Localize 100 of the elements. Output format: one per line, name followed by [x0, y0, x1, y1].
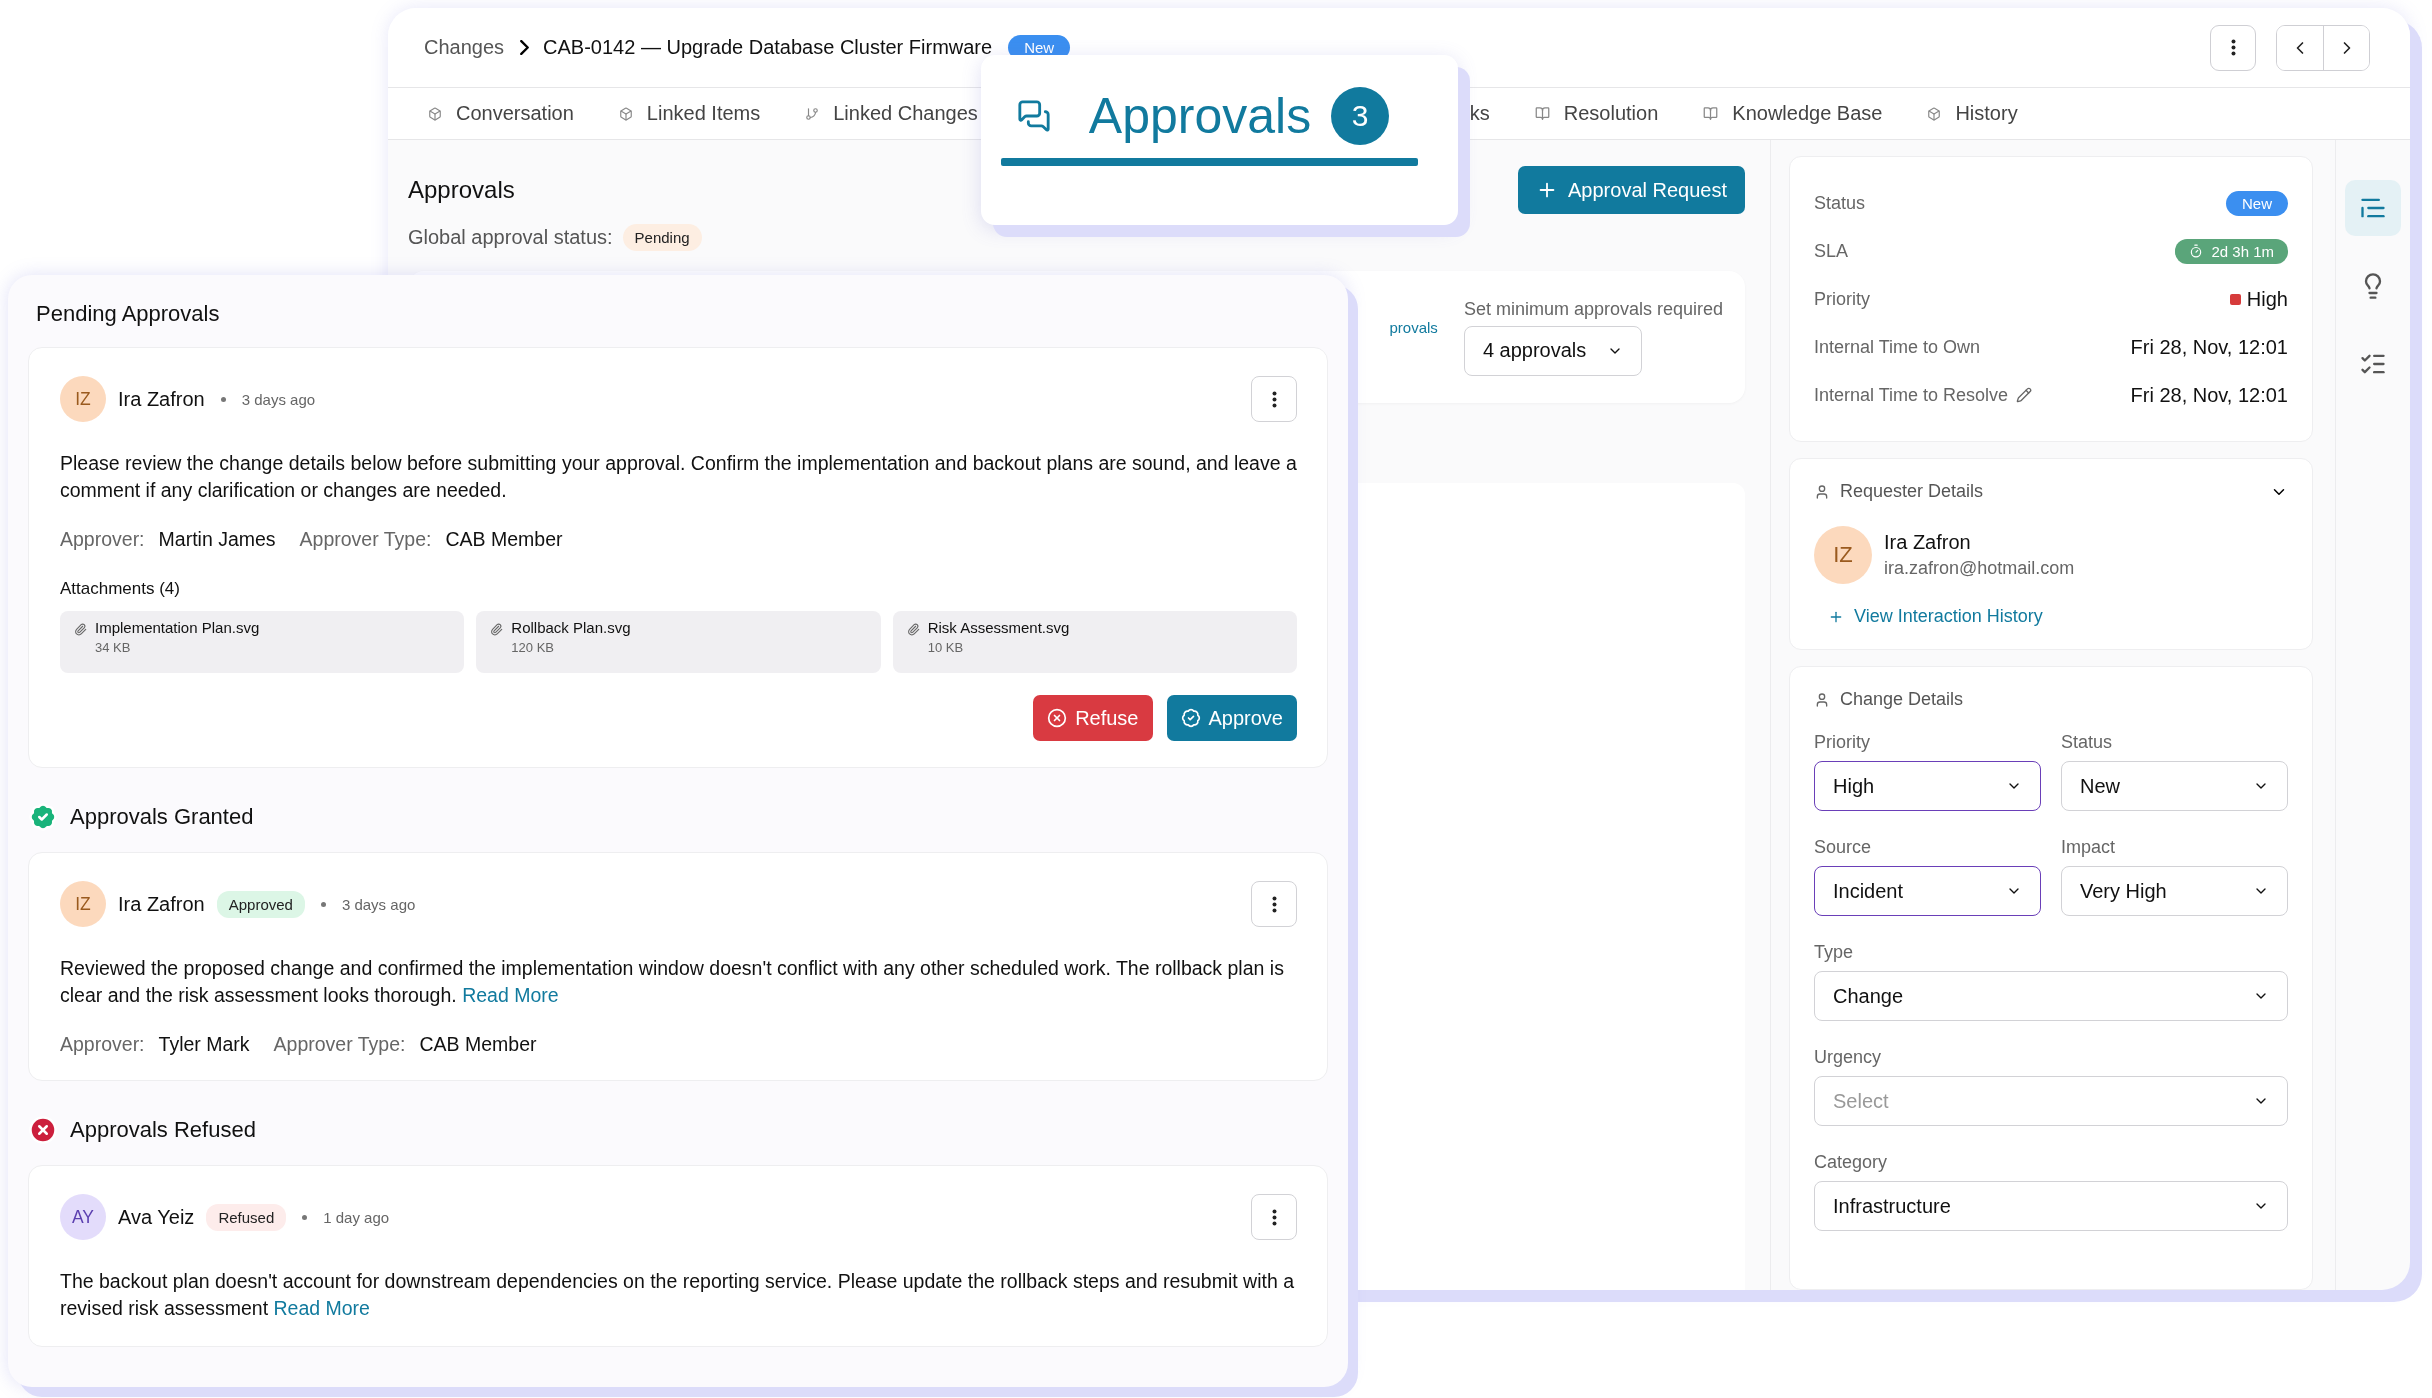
avatar: AY	[60, 1194, 106, 1240]
attachment[interactable]: Risk Assessment.svg 10 KB	[892, 611, 1297, 673]
chat-icon	[1016, 99, 1051, 133]
tab[interactable]: Linked Changes	[805, 102, 978, 125]
breadcrumb-link[interactable]: Changes	[424, 36, 505, 59]
dot-separator	[302, 1214, 308, 1220]
file-name: Implementation Plan.svg	[95, 619, 260, 636]
chevron-right-icon	[520, 40, 530, 55]
more-button[interactable]	[1251, 881, 1297, 927]
select-field[interactable]: High	[1814, 761, 2041, 811]
select-field[interactable]: Change	[1814, 971, 2288, 1021]
section-title: Approvals	[408, 176, 515, 204]
dot-separator	[320, 901, 326, 907]
paperclip-icon	[74, 623, 87, 636]
pencil-icon[interactable]	[2016, 387, 2033, 403]
comment-text: Reviewed the proposed change and confirmed the implementation window doesn't conflict with any other scheduled work. The rollback plan is clear and the risk assessment looks thorough. Read More	[60, 956, 1285, 1008]
comment-text: Please review the change details below before submitting your approval. Confirm the implementation and backout plans are sound, and leave a comment if any clarification or changes are needed.	[60, 451, 1297, 503]
panel-title: Pending Approvals	[36, 301, 221, 327]
approve-button[interactable]: Approve	[1166, 695, 1297, 741]
approver-type: CAB Member	[445, 528, 563, 551]
timer-icon	[2189, 244, 2204, 258]
approver-name: Tyler Mark	[158, 1033, 250, 1056]
field-value: Fri 28, Nov, 12:01	[2130, 335, 2288, 359]
status-tag: Refused	[206, 1203, 287, 1231]
field-label: Category	[1814, 1152, 1889, 1173]
field-label: Urgency	[1814, 1047, 1883, 1068]
field-label: Impact	[2061, 837, 2117, 858]
read-more-link[interactable]: Read More	[273, 1297, 370, 1319]
tab[interactable]: ks	[1469, 102, 1490, 125]
read-more-link[interactable]: Read More	[462, 984, 559, 1006]
tab[interactable]: History	[1927, 102, 2018, 125]
section-title: Approvals Refused	[70, 1117, 256, 1143]
kebab-icon	[1271, 895, 1277, 913]
close-circle-icon	[1047, 708, 1068, 728]
field-label: Status	[2061, 732, 2114, 753]
field-value: High	[2246, 287, 2288, 311]
tab[interactable]: Conversation	[428, 102, 574, 125]
close-circle-icon	[28, 1115, 58, 1145]
kebab-icon	[1271, 1208, 1277, 1226]
view-history-link[interactable]: View Interaction History	[1828, 606, 2043, 627]
more-button[interactable]	[2210, 24, 2256, 71]
check-badge-icon	[1180, 708, 1201, 728]
avatar: IZ	[60, 376, 106, 422]
attachments-title: Attachments (4)	[60, 579, 181, 599]
approval-request-button[interactable]: Approval Request	[1518, 166, 1745, 214]
dot-separator	[220, 396, 226, 402]
attachment[interactable]: Rollback Plan.svg 120 KB	[476, 611, 881, 673]
field-label: Status	[1814, 192, 1866, 214]
email-text: ira.zafron@hotmail.com	[1884, 558, 2075, 579]
tab[interactable]: Linked Items	[618, 102, 761, 125]
more-button[interactable]	[1251, 1194, 1297, 1240]
kebab-icon	[1271, 390, 1277, 408]
file-size: 34 KB	[95, 640, 132, 655]
field-label: Priority	[1814, 732, 1871, 753]
section-title: Approvals Granted	[70, 804, 254, 830]
next-button[interactable]	[2323, 25, 2369, 70]
attachment[interactable]: Implementation Plan.svg 34 KB	[60, 611, 465, 673]
approver-label: Approver:	[60, 1033, 145, 1056]
more-button[interactable]	[1251, 376, 1297, 422]
field-label: Internal Time to Own	[1814, 336, 1981, 358]
field-label: Internal Time to Resolve	[1814, 384, 2033, 406]
paperclip-icon	[490, 623, 504, 636]
approver-type: CAB Member	[419, 1033, 537, 1056]
person-name: Ava Yeiz	[118, 1205, 195, 1229]
field-label: SLA	[1814, 240, 1849, 262]
sidebar-button[interactable]	[2345, 180, 2401, 236]
select-field[interactable]: New	[2061, 761, 2288, 811]
file-size: 10 KB	[927, 640, 965, 655]
user-icon	[1814, 691, 1830, 708]
approver-name: Martin James	[158, 528, 276, 551]
file-name: Risk Assessment.svg	[927, 619, 1070, 636]
tab-label: Approvals	[1088, 87, 1312, 145]
field-label: Source	[1814, 837, 1873, 858]
cube-icon	[1927, 106, 1942, 121]
timestamp: 3 days ago	[241, 390, 316, 408]
refuse-button[interactable]: Refuse	[1033, 695, 1153, 741]
status-tag: Pending	[622, 224, 702, 251]
branch-icon	[805, 106, 820, 121]
person-name: Ira Zafron	[1884, 531, 1972, 554]
comment-text: The backout plan doesn't account for downstream dependencies on the reporting service. Please update the rollback steps and resubmit with a revised risk assessment Read More	[60, 1269, 1296, 1321]
approver-label: Approver:	[60, 528, 145, 551]
file-size: 120 KB	[511, 640, 555, 655]
tab[interactable]: Knowledge Base	[1703, 102, 1883, 125]
approver-type-label: Approver Type:	[273, 1033, 406, 1056]
cube-icon	[428, 106, 442, 121]
tab-label: provals	[1389, 318, 1438, 336]
person-name: Ira Zafron	[118, 892, 205, 916]
select-field[interactable]: Incident	[1814, 866, 2041, 916]
cube-icon	[618, 106, 633, 121]
count-badge: 3	[1331, 87, 1390, 145]
timestamp: 1 day ago	[323, 1208, 390, 1226]
select-field[interactable]: Very High	[2061, 866, 2288, 916]
tab[interactable]: Resolution	[1534, 102, 1659, 125]
card-title: Change Details	[1840, 689, 1964, 710]
approvals-select[interactable]: 4 approvals	[1463, 325, 1642, 376]
person-name: Ira Zafron	[118, 387, 205, 411]
avatar: IZ	[60, 881, 106, 927]
status-tag: Approved	[216, 890, 305, 918]
sla-badge: 2d 3h 1m	[2175, 238, 2288, 264]
select-field[interactable]: Infrastructure	[1814, 1181, 2288, 1231]
